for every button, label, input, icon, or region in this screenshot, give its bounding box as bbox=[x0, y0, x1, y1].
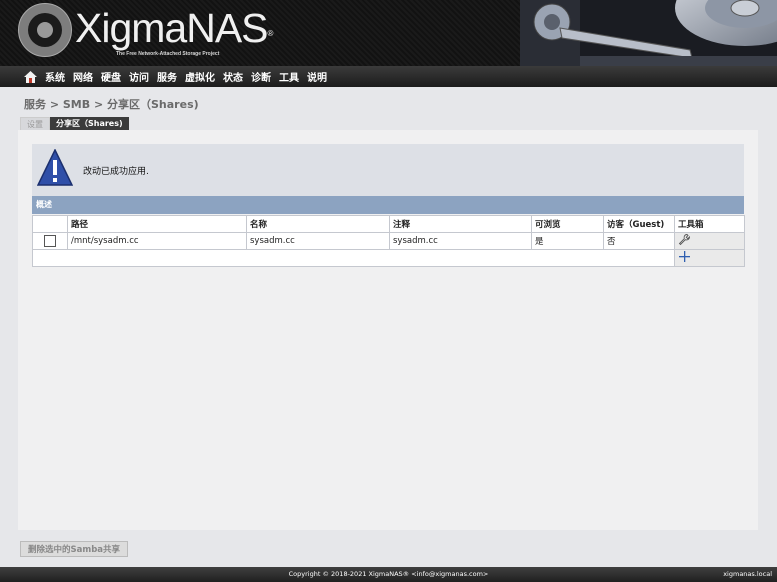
tab-bar: 设置 分享区（Shares) bbox=[20, 117, 129, 131]
plus-icon[interactable] bbox=[678, 250, 691, 263]
footer-copyright: Copyright © 2018-2021 XigmaNAS® <info@xi… bbox=[288, 570, 489, 578]
table-add-row bbox=[32, 249, 745, 267]
header-banner: XigmaNAS® The Free Network-Attached Stor… bbox=[0, 0, 777, 66]
add-share-cell bbox=[674, 249, 745, 267]
brand-logo[interactable]: XigmaNAS® bbox=[75, 3, 273, 53]
nav-access[interactable]: 访问 bbox=[129, 69, 149, 84]
info-alert: 改动已成功应用. bbox=[32, 144, 744, 196]
footer: Copyright © 2018-2021 XigmaNAS® <info@xi… bbox=[0, 567, 777, 582]
logo-icon bbox=[18, 3, 72, 57]
add-row-spacer bbox=[32, 249, 675, 267]
row-browsable: 是 bbox=[531, 232, 604, 250]
row-tools bbox=[674, 232, 745, 250]
table-title: 概述 bbox=[32, 196, 744, 214]
nav-status[interactable]: 状态 bbox=[223, 69, 243, 84]
column-header-path: 路径 bbox=[67, 215, 247, 233]
hard-disk-illustration bbox=[520, 0, 777, 66]
column-header-comment: 注释 bbox=[389, 215, 532, 233]
nav-help[interactable]: 说明 bbox=[307, 69, 327, 84]
home-icon[interactable] bbox=[24, 70, 37, 83]
column-header-name: 名称 bbox=[246, 215, 390, 233]
nav-services[interactable]: 服务 bbox=[157, 69, 177, 84]
table-row: /mnt/sysadm.cc sysadm.cc sysadm.cc 是 否 bbox=[32, 232, 745, 250]
row-comment: sysadm.cc bbox=[389, 232, 532, 250]
row-select-cell bbox=[32, 232, 68, 250]
column-header-browsable: 可浏览 bbox=[531, 215, 604, 233]
delete-selected-shares-button[interactable]: 删除选中的Samba共享 bbox=[20, 541, 129, 557]
nav-network[interactable]: 网络 bbox=[73, 69, 93, 84]
row-name: sysadm.cc bbox=[246, 232, 390, 250]
table-header-row: 路径 名称 注释 可浏览 访客（Guest) 工具箱 bbox=[32, 215, 745, 233]
column-header-guest: 访客（Guest) bbox=[603, 215, 675, 233]
row-guest: 否 bbox=[603, 232, 675, 250]
footer-hostname: xigmanas.local bbox=[723, 570, 772, 578]
alert-message: 改动已成功应用. bbox=[83, 167, 149, 177]
nav-disks[interactable]: 硬盘 bbox=[101, 69, 121, 84]
nav-system[interactable]: 系统 bbox=[45, 69, 65, 84]
tab-settings[interactable]: 设置 bbox=[20, 117, 50, 130]
column-header-toolbox: 工具箱 bbox=[674, 215, 745, 233]
column-header-select bbox=[32, 215, 68, 233]
nav-diagnostics[interactable]: 诊断 bbox=[251, 69, 271, 84]
brand-tagline: The Free Network-Attached Storage Projec… bbox=[116, 51, 220, 57]
shares-table: 路径 名称 注释 可浏览 访客（Guest) 工具箱 /mnt/sysadm.c… bbox=[32, 215, 745, 267]
breadcrumb: 服务 > SMB > 分享区（Shares) bbox=[24, 98, 199, 111]
tab-shares[interactable]: 分享区（Shares) bbox=[50, 117, 129, 130]
content-panel: 改动已成功应用. 概述 路径 名称 注释 可浏览 访客（Guest) 工具箱 /… bbox=[18, 130, 758, 530]
nav-tools[interactable]: 工具 bbox=[279, 69, 299, 84]
wrench-icon[interactable] bbox=[678, 233, 691, 246]
row-path: /mnt/sysadm.cc bbox=[67, 232, 247, 250]
warning-icon bbox=[37, 149, 73, 186]
row-checkbox[interactable] bbox=[44, 235, 56, 247]
top-navigation: 系统 网络 硬盘 访问 服务 虚拟化 状态 诊断 工具 说明 bbox=[0, 66, 777, 87]
nav-virtualization[interactable]: 虚拟化 bbox=[185, 69, 215, 84]
